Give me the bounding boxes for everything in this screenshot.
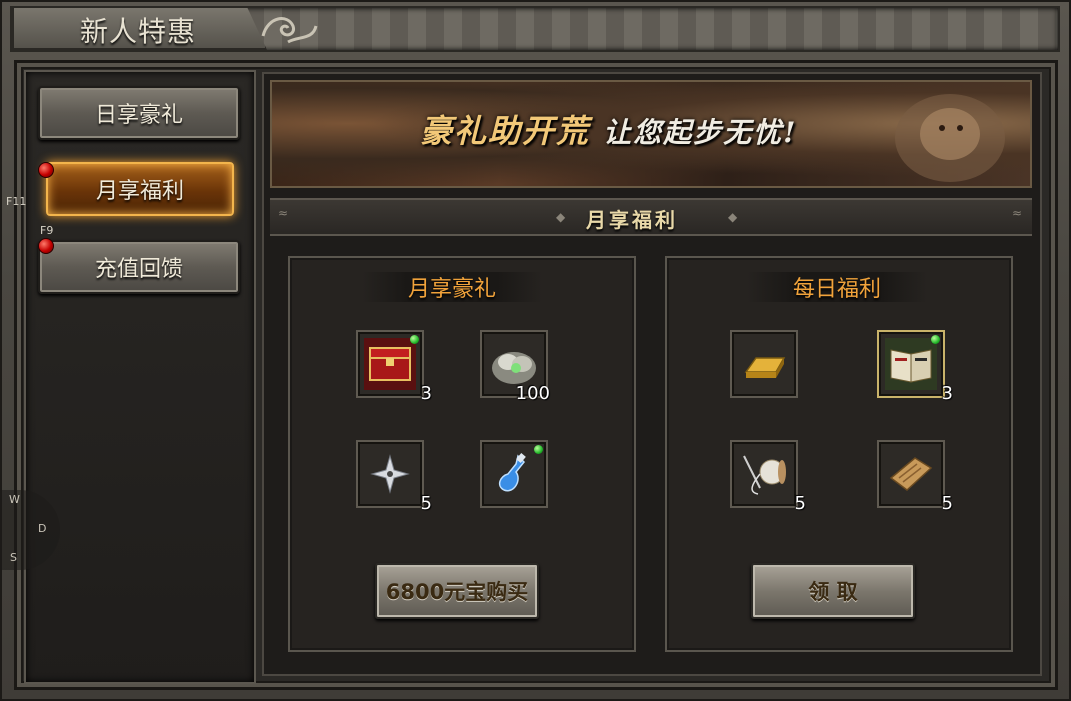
skill-book-icon — [885, 338, 937, 390]
red-treasure-chest-icon — [364, 338, 416, 390]
tab-label: 日享豪礼 — [94, 103, 183, 128]
item-slot[interactable]: 3 — [877, 330, 953, 404]
claim-button-label: 领 取 — [808, 580, 858, 604]
item-quantity: 100 — [515, 383, 550, 404]
gold-bar-icon — [744, 357, 786, 378]
diamond-icon: ◆ — [556, 210, 566, 224]
item-slot[interactable]: 100 — [480, 330, 550, 404]
notification-dot-icon — [38, 238, 54, 254]
tab-label: 月享福利 — [95, 179, 184, 204]
item-quantity: 5 — [941, 493, 953, 514]
item-quantity: 5 — [794, 493, 806, 514]
swirl-left-icon: ≈ — [278, 206, 289, 220]
item-slot[interactable]: 3 — [356, 330, 432, 404]
scroll-icon — [889, 457, 933, 491]
tab-label: 充值回馈 — [94, 257, 183, 282]
banner-slogan-part1: 豪礼助开荒 — [420, 112, 591, 150]
blue-potion-icon — [498, 453, 526, 492]
tab-daily-gift[interactable]: 日享豪礼 — [38, 86, 240, 140]
new-item-dot-icon — [931, 335, 940, 344]
item-slot[interactable] — [730, 330, 798, 398]
item-slot[interactable]: 5 — [877, 440, 953, 514]
hotkey-label: F11 — [6, 195, 27, 208]
item-quantity: 5 — [420, 493, 432, 514]
buy-button[interactable]: 6800元宝购买 — [375, 563, 539, 619]
swirl-ornament-icon — [261, 17, 318, 44]
diamond-icon: ◆ — [728, 210, 738, 224]
tab-recharge-reward[interactable]: 充值回馈 — [38, 240, 240, 294]
item-quantity: 3 — [941, 383, 953, 404]
banner-slogan-part2: 让您起步无忧! — [603, 116, 798, 149]
window-title: 新人特惠 — [80, 15, 197, 48]
claim-button[interactable]: 领 取 — [751, 563, 915, 619]
lion-illustration-icon — [895, 94, 1005, 182]
tab-monthly-benefit[interactable]: 月享福利 — [46, 162, 234, 216]
item-slot[interactable]: 5 — [730, 440, 806, 514]
item-slot[interactable] — [480, 440, 548, 508]
notification-dot-icon — [38, 162, 54, 178]
new-item-dot-icon — [534, 445, 543, 454]
new-item-dot-icon — [410, 335, 419, 344]
shuriken-icon — [370, 454, 410, 494]
buy-button-label: 6800元宝购买 — [385, 580, 529, 604]
daily-benefit-title: 每日福利 — [747, 272, 927, 302]
hotkey-label: F9 — [40, 224, 54, 237]
item-quantity: 3 — [420, 383, 432, 404]
banner-slogan: 豪礼助开荒 让您起步无忧! — [420, 106, 797, 152]
edge-letter: S — [10, 551, 17, 564]
swirl-right-icon: ≈ — [1012, 206, 1023, 220]
item-slot[interactable]: 5 — [356, 440, 432, 514]
thread-spool-icon — [743, 455, 786, 495]
edge-letter: W — [9, 493, 20, 506]
edge-letter: D — [38, 522, 47, 535]
monthly-gift-title: 月享豪礼 — [362, 272, 542, 302]
section-title: 月享福利 — [586, 208, 678, 232]
